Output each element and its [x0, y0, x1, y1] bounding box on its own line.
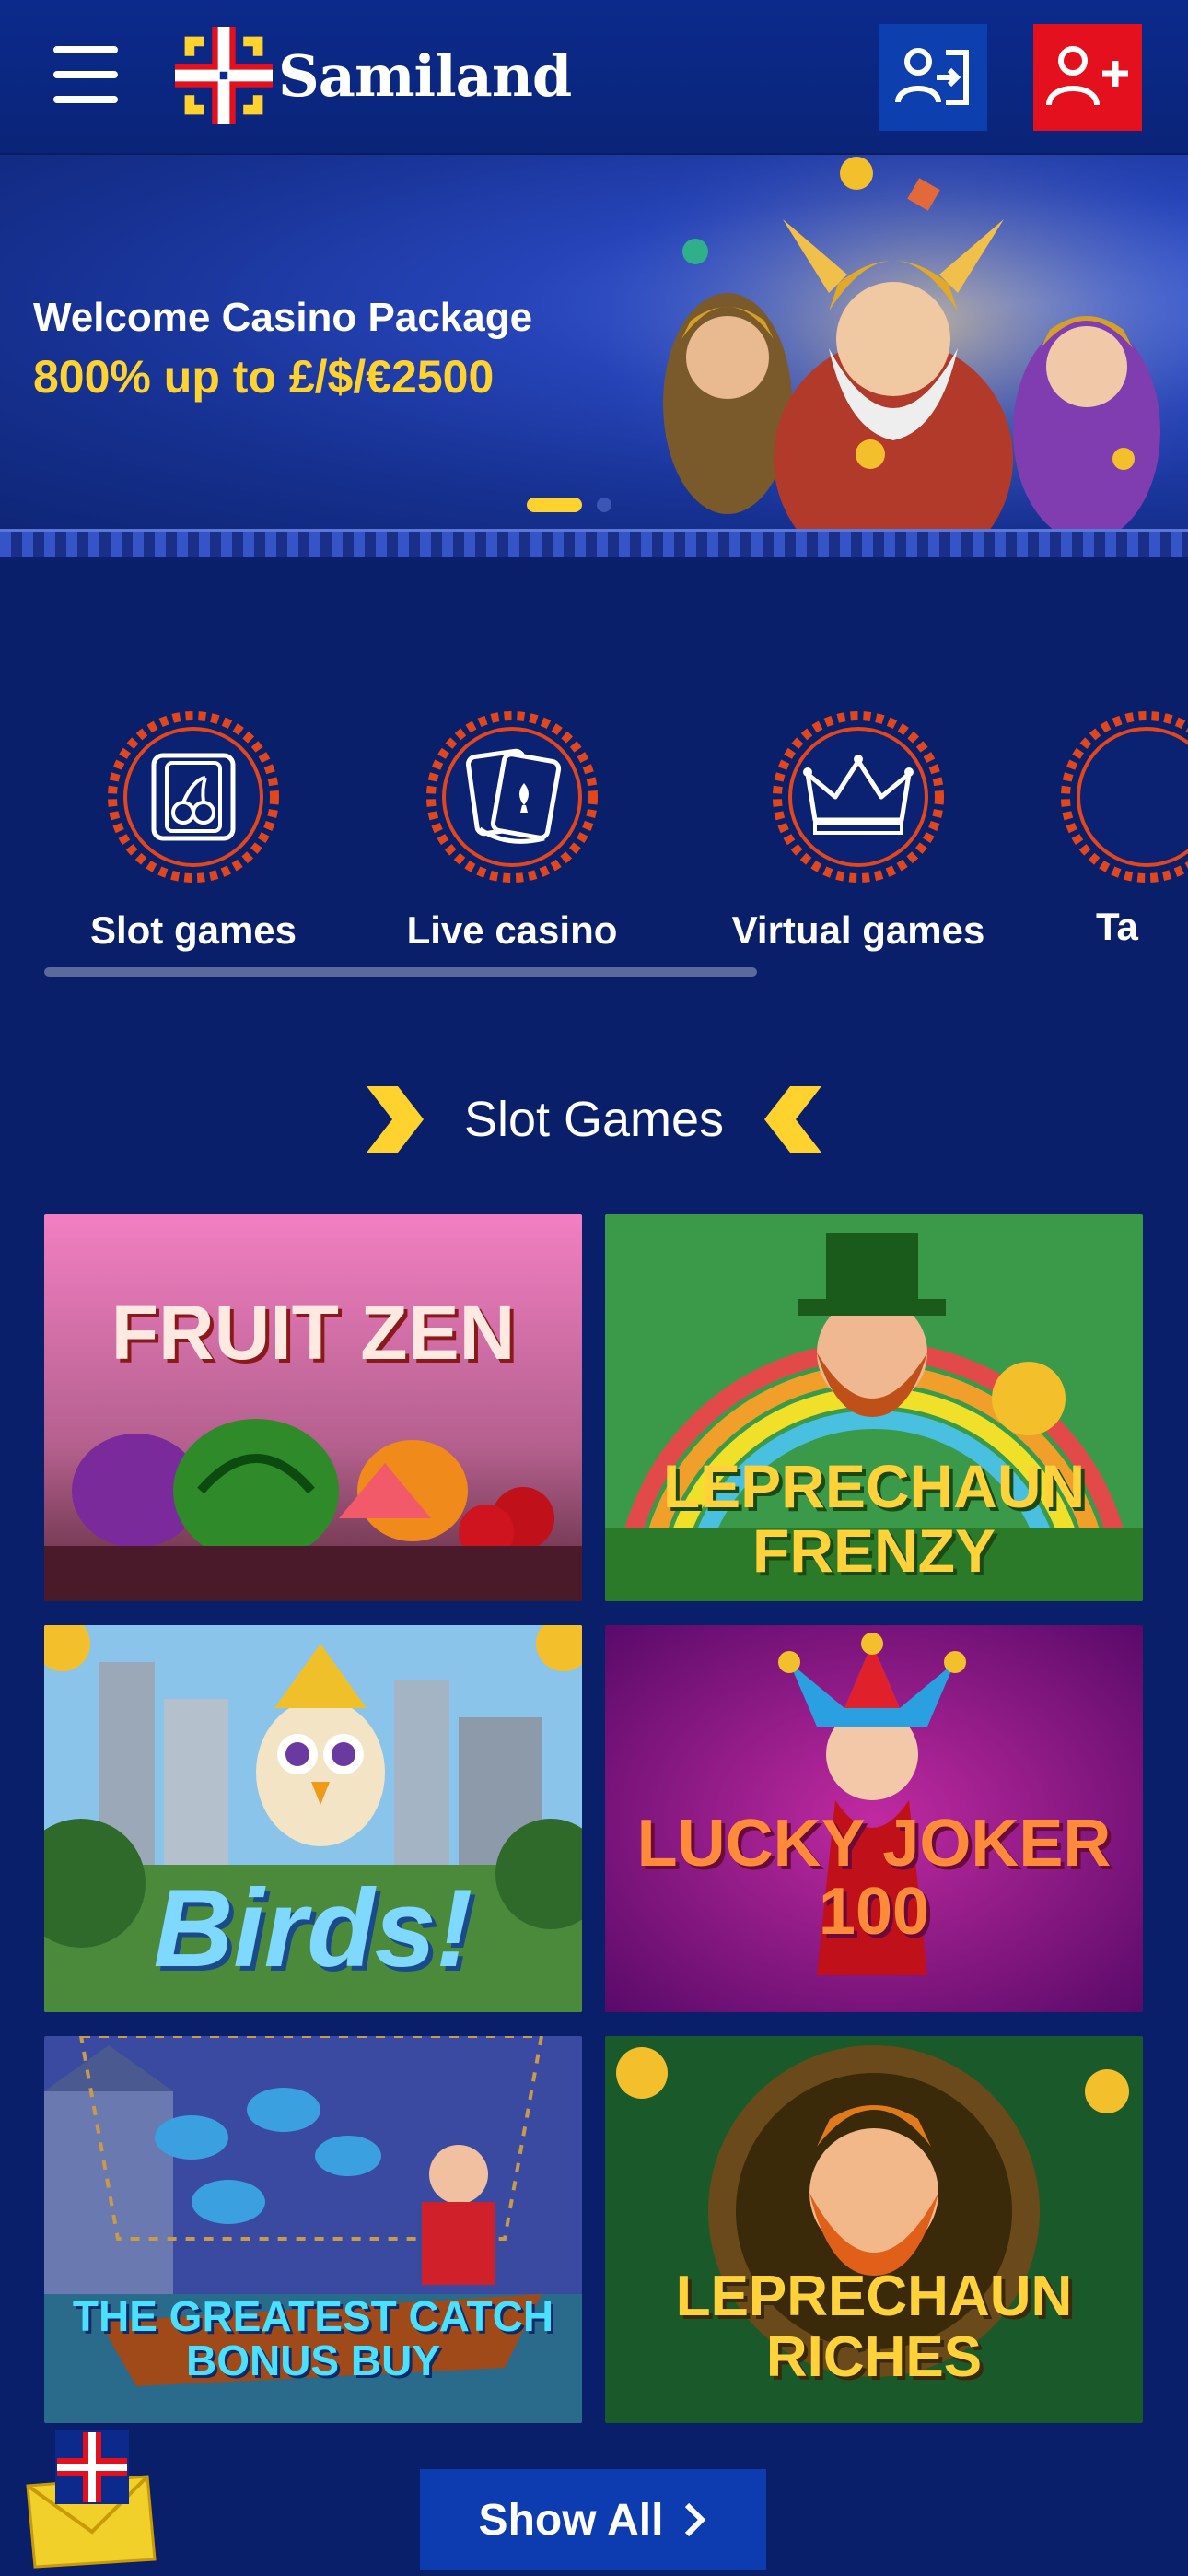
hero-title: Welcome Casino Package: [33, 295, 533, 340]
hero-subtitle: 800% up to £/$/€2500: [33, 351, 495, 403]
promo-banner[interactable]: Welcome Casino Package 800% up to £/$/€2…: [0, 155, 1188, 529]
fruit-zen-thumbnail: [44, 1214, 582, 1601]
register-button[interactable]: [1033, 24, 1142, 131]
playing-cards-icon: [426, 711, 598, 883]
cherry-card-icon: [108, 711, 279, 883]
game-tile-fruit-zen[interactable]: FRUIT ZEN: [44, 1214, 582, 1601]
show-all-label: Show All: [478, 2495, 664, 2545]
game-tile-leprechaun-riches[interactable]: LEPRECHAUN RICHES: [605, 2036, 1143, 2423]
login-button[interactable]: [879, 24, 987, 131]
crown-icon: [773, 711, 944, 883]
game-title: LEPRECHAUN RICHES: [675, 2265, 1073, 2389]
category-slot-games[interactable]: Slot games: [74, 709, 313, 953]
add-user-icon: [1046, 46, 1128, 106]
carousel-dot-active[interactable]: [527, 498, 582, 512]
category-partial[interactable]: Ta: [1061, 709, 1188, 949]
samiland-logo-icon: [175, 27, 273, 124]
carousel-dot[interactable]: [597, 498, 611, 512]
game-tile-greatest-catch[interactable]: THE GREATEST CATCH BONUS BUY: [44, 2036, 582, 2423]
brand-logo[interactable]: Samiland: [175, 24, 572, 127]
game-tile-lucky-joker-100[interactable]: LUCKY JOKER 100: [605, 1625, 1143, 2012]
game-title: FRUIT ZEN: [111, 1289, 516, 1376]
section-header: Slot Games: [0, 1078, 1188, 1161]
chevron-left-icon: [764, 1086, 822, 1153]
category-carousel[interactable]: Slot games Live casino Virtual games Ta: [0, 709, 1188, 977]
section-title: Slot Games: [463, 1092, 725, 1147]
game-title: THE GREATEST CATCH BONUS BUY: [72, 2292, 554, 2384]
show-all-button[interactable]: Show All: [420, 2469, 766, 2570]
category-label: Ta: [1096, 905, 1138, 948]
game-title: LUCKY JOKER 100: [636, 1807, 1112, 1949]
gods-hero-artwork: [608, 155, 1188, 529]
top-header: Samiland: [0, 0, 1188, 155]
promo-envelope-icon[interactable]: [18, 2421, 157, 2569]
chevron-right-icon: [366, 1086, 424, 1153]
category-label: Live casino: [406, 908, 618, 952]
game-tile-leprechaun-frenzy[interactable]: LEPRECHAUN FRENZY: [605, 1214, 1143, 1601]
game-title: Birds!: [153, 1867, 473, 1990]
category-scroll-indicator[interactable]: [44, 967, 757, 977]
carousel-dots: [527, 498, 611, 512]
category-label: Slot games: [89, 908, 297, 952]
ornamental-divider: [0, 529, 1188, 560]
hamburger-menu-icon[interactable]: [53, 46, 118, 105]
game-tile-birds[interactable]: Birds!: [44, 1625, 582, 2012]
login-icon: [895, 48, 969, 105]
category-live-casino[interactable]: Live casino: [392, 709, 632, 953]
category-icon: [1061, 711, 1188, 883]
chevron-right-icon: [685, 2502, 706, 2537]
category-label: Virtual games: [731, 908, 985, 952]
category-virtual-games[interactable]: Virtual games: [720, 709, 996, 953]
game-title: LEPRECHAUN FRENZY: [662, 1452, 1086, 1585]
brand-name: Samiland: [278, 41, 572, 110]
